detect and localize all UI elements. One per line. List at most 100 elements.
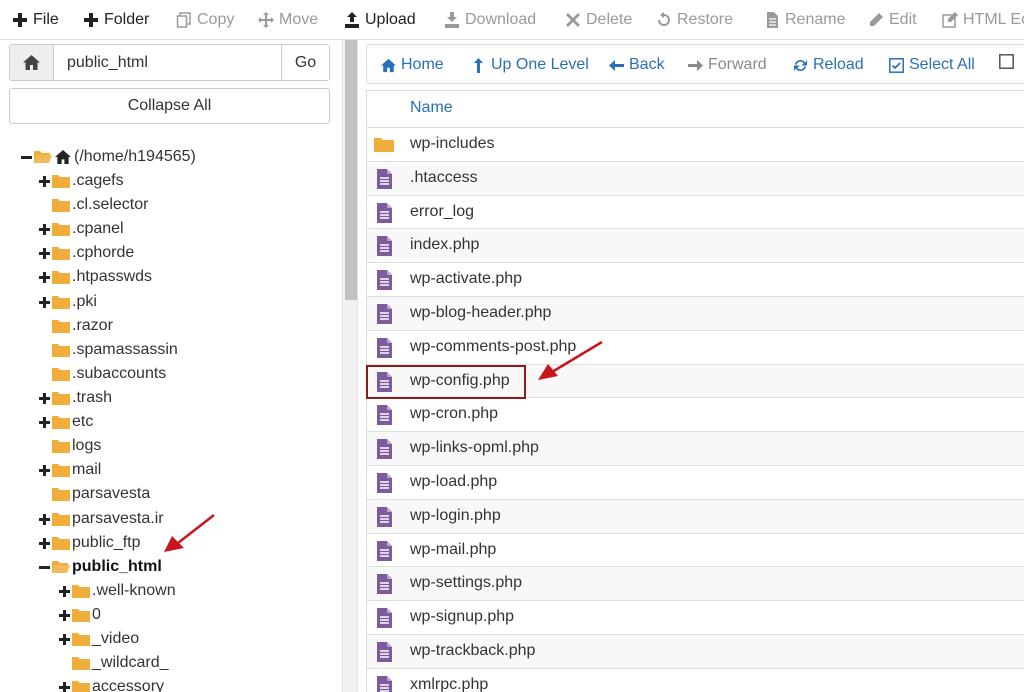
collapse-all-button[interactable]: Collapse All (9, 88, 330, 124)
table-row[interactable]: wp-comments-post.php (367, 331, 1024, 365)
tree-item[interactable]: .well-known (58, 580, 176, 602)
new-folder-label: Folder (104, 11, 150, 28)
rename-label: Rename (785, 11, 846, 28)
path-home-button[interactable] (10, 45, 54, 80)
folder-icon (374, 138, 394, 152)
table-row[interactable]: wp-includes (367, 128, 1024, 162)
folder-icon (52, 464, 70, 477)
html-editor-button[interactable]: HTML Ec (942, 9, 1024, 31)
table-row[interactable]: wp-load.php (367, 466, 1024, 500)
tree-item[interactable]: .cpanel (38, 218, 124, 240)
tree-item[interactable]: .htpasswds (38, 266, 152, 288)
tree-item[interactable]: .cphorde (38, 242, 134, 264)
tree-item[interactable]: mail (38, 459, 101, 481)
tree-item[interactable]: parsavesta.ir (38, 508, 164, 530)
tree-item[interactable]: .trash (38, 387, 112, 409)
folder-icon (52, 223, 70, 236)
new-file-button[interactable]: File (12, 9, 59, 31)
folder-icon (72, 681, 90, 692)
copy-icon (176, 12, 191, 28)
expand-icon[interactable] (38, 537, 50, 549)
go-button[interactable]: Go (281, 45, 329, 80)
restore-button[interactable]: Restore (656, 9, 733, 31)
expand-icon[interactable] (38, 223, 50, 235)
panel-scrollbar[interactable] (342, 40, 358, 692)
upload-icon (345, 12, 359, 28)
unselect-all-button[interactable] (999, 54, 1014, 69)
tree-item[interactable]: logs (38, 435, 101, 457)
back-button[interactable]: Back (609, 54, 665, 76)
table-row[interactable]: xmlrpc.php (367, 669, 1024, 692)
expand-icon[interactable] (38, 416, 50, 428)
delete-button[interactable]: Delete (565, 9, 632, 31)
collapse-icon[interactable] (38, 561, 50, 573)
rename-button[interactable]: Rename (764, 9, 845, 31)
table-row[interactable]: wp-login.php (367, 499, 1024, 534)
scrollbar-thumb[interactable] (345, 40, 357, 300)
document-icon (377, 506, 392, 527)
table-row[interactable]: wp-settings.php (367, 567, 1024, 602)
expand-icon[interactable] (58, 681, 70, 692)
tree-item[interactable]: .razor (38, 315, 113, 337)
name-column-header[interactable]: Name (410, 99, 453, 117)
table-row[interactable]: wp-activate.php (367, 263, 1024, 297)
upload-button[interactable]: Upload (344, 9, 416, 31)
expand-icon[interactable] (58, 585, 70, 597)
forward-label: Forward (708, 56, 767, 73)
path-input[interactable] (54, 45, 281, 80)
copy-button[interactable]: Copy (176, 9, 234, 31)
file-name: wp-login.php (410, 506, 501, 524)
expand-icon[interactable] (38, 271, 50, 283)
expand-icon[interactable] (38, 175, 50, 187)
reload-button[interactable]: Reload (793, 54, 864, 76)
nav-home-button[interactable]: Home (381, 54, 444, 76)
table-row[interactable]: .htaccess (367, 161, 1024, 196)
expand-icon[interactable] (58, 609, 70, 621)
tree-item-label: mail (72, 461, 102, 478)
move-button[interactable]: Move (258, 9, 318, 31)
tree-item[interactable]: .spamassassin (38, 339, 178, 361)
tree-item[interactable]: public_ftp (38, 532, 141, 554)
table-row[interactable]: wp-config.php (367, 364, 1024, 399)
tree-item[interactable]: accessory (58, 676, 164, 692)
tree-item[interactable]: _wildcard_ (58, 652, 168, 674)
collapse-icon[interactable] (20, 151, 32, 163)
expand-icon[interactable] (58, 633, 70, 645)
table-row[interactable]: wp-mail.php (367, 534, 1024, 568)
document-icon (377, 337, 392, 358)
expand-icon[interactable] (38, 392, 50, 404)
select-all-button[interactable]: Select All (889, 54, 975, 76)
tree-item[interactable]: .subaccounts (38, 363, 166, 385)
tree-item[interactable]: parsavesta (38, 483, 150, 505)
table-row[interactable]: wp-trackback.php (367, 634, 1024, 669)
expand-icon[interactable] (38, 464, 50, 476)
edit-button[interactable]: Edit (868, 9, 917, 31)
table-row[interactable]: wp-signup.php (367, 601, 1024, 635)
table-row[interactable]: wp-cron.php (367, 398, 1024, 433)
tree-item[interactable]: .pki (38, 291, 97, 313)
tree-item[interactable]: etc (38, 411, 93, 433)
folder-icon (52, 199, 70, 212)
checkbox-empty-icon (999, 54, 1014, 69)
tree-item[interactable]: 0 (58, 604, 101, 626)
table-row[interactable]: index.php (367, 229, 1024, 264)
table-row[interactable]: wp-links-opml.php (367, 432, 1024, 466)
table-row[interactable]: wp-blog-header.php (367, 296, 1024, 331)
tree-item[interactable]: _video (58, 628, 139, 650)
new-folder-button[interactable]: Folder (83, 9, 149, 31)
expand-icon[interactable] (38, 513, 50, 525)
tree-item[interactable]: (/home/h194565) (20, 146, 196, 168)
expand-icon[interactable] (38, 296, 50, 308)
forward-button[interactable]: Forward (688, 54, 767, 76)
tree-item[interactable]: public_html (38, 556, 162, 578)
up-one-level-button[interactable]: Up One Level (471, 54, 589, 76)
tree-item[interactable]: .cl.selector (38, 194, 148, 216)
document-icon (377, 439, 392, 460)
restore-icon (658, 12, 670, 26)
table-row[interactable]: error_log (367, 196, 1024, 230)
top-toolbar: File Folder Copy Move Upload Download De… (0, 0, 1024, 40)
download-button[interactable]: Download (444, 9, 536, 31)
delete-label: Delete (586, 11, 633, 28)
expand-icon[interactable] (38, 247, 50, 259)
tree-item[interactable]: .cagefs (38, 170, 124, 192)
